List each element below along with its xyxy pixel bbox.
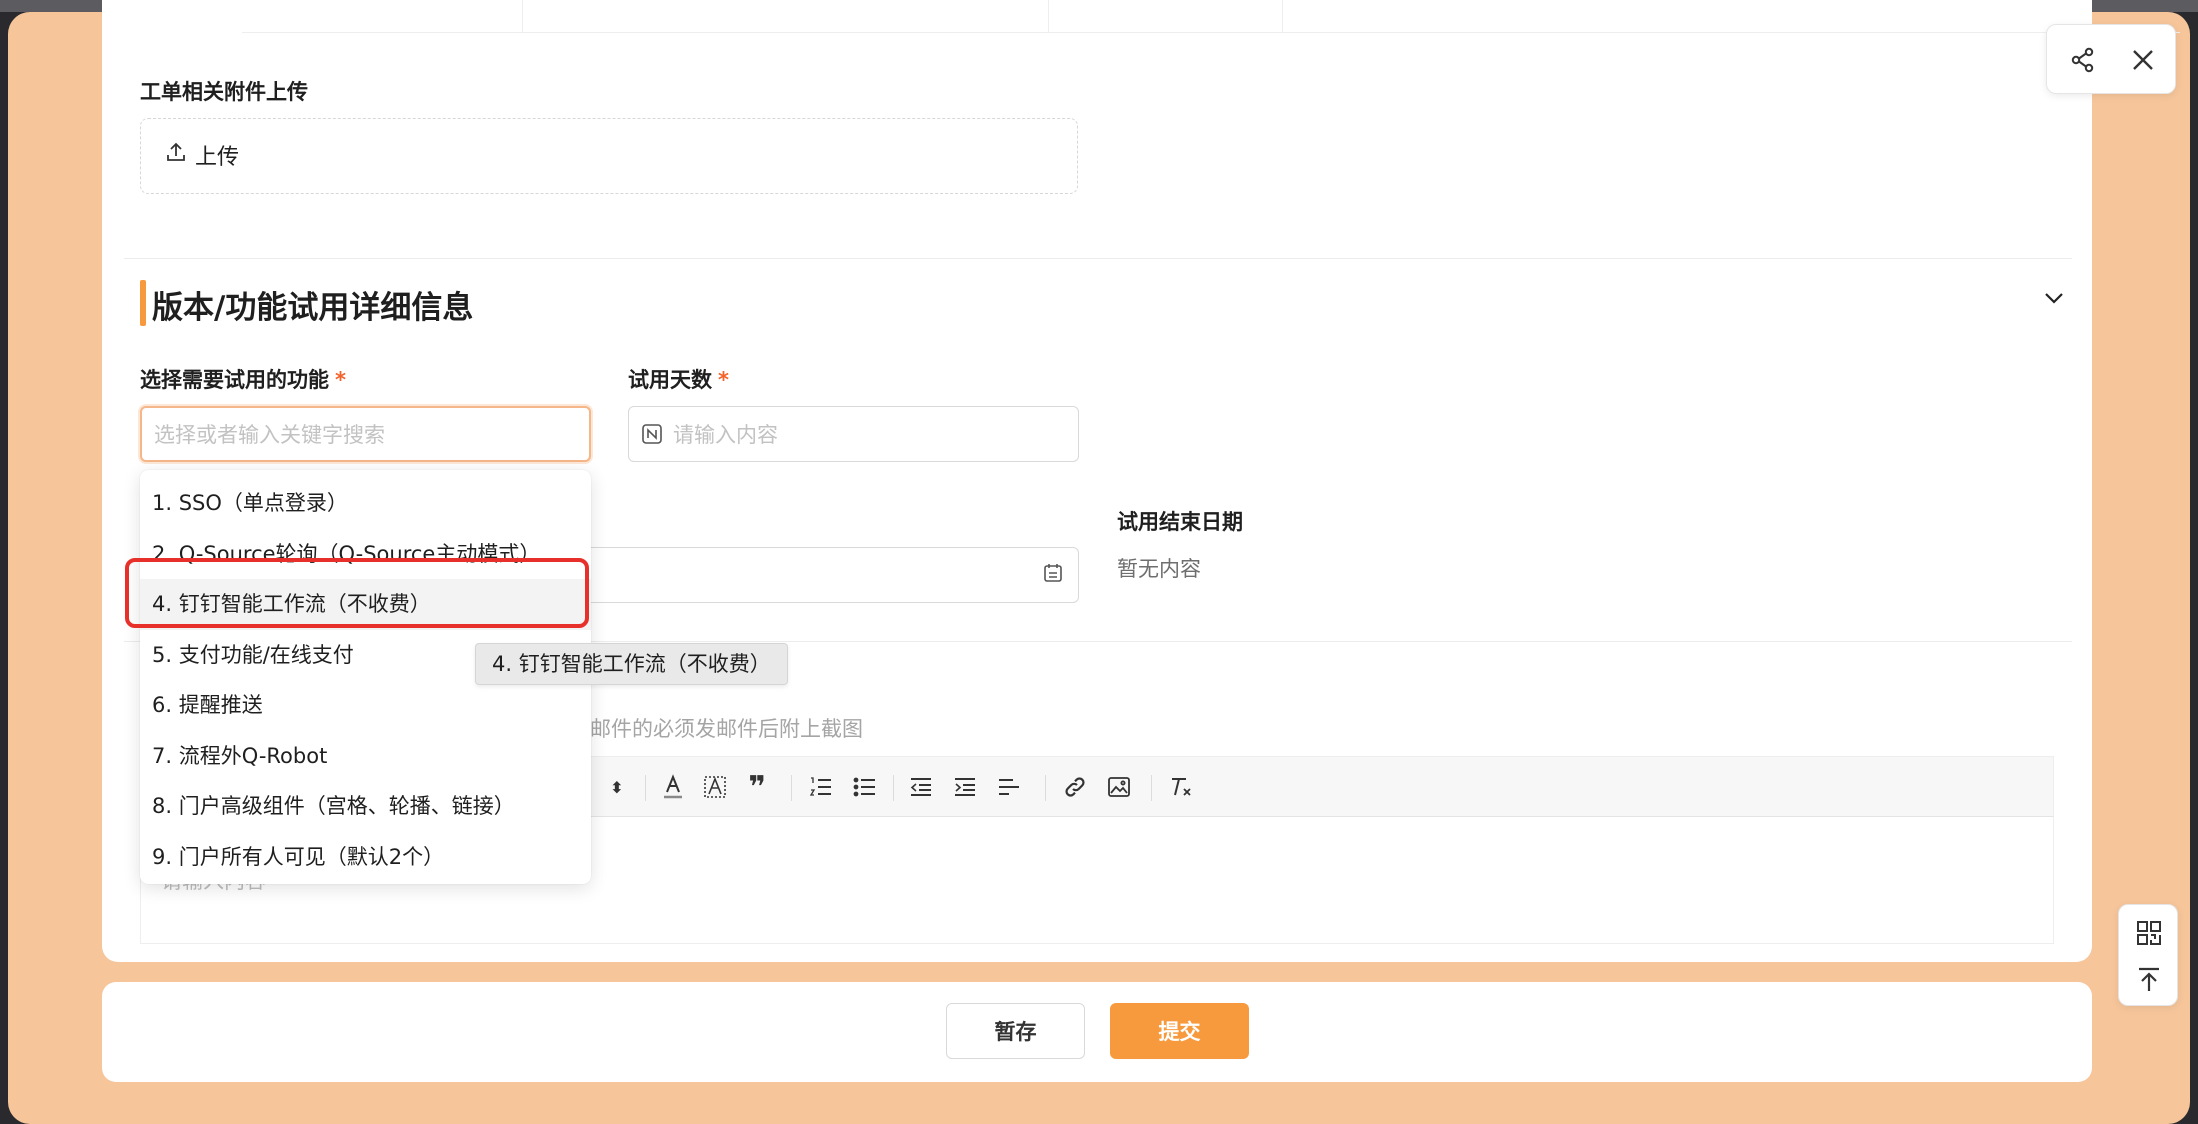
trial-days-input[interactable]: 请输入内容 bbox=[628, 406, 1079, 462]
submit-button[interactable]: 提交 bbox=[1110, 1003, 1249, 1059]
cell-divider bbox=[1282, 0, 1283, 33]
previous-row-cells bbox=[242, 0, 2180, 33]
upload-label: 上传 bbox=[195, 145, 240, 170]
option-tooltip: 4. 钉钉智能工作流（不收费） bbox=[475, 643, 788, 685]
align-left-icon[interactable] bbox=[993, 771, 1025, 803]
annotation-highlight-box bbox=[125, 558, 589, 628]
save-draft-button[interactable]: 暂存 bbox=[946, 1003, 1085, 1059]
calendar-icon bbox=[1042, 562, 1064, 589]
form-footer bbox=[102, 982, 2092, 1082]
dropdown-option[interactable]: 9. 门户所有人可见（默认2个） bbox=[140, 832, 591, 883]
toolbar-separator bbox=[1045, 775, 1046, 801]
toolbar-separator bbox=[791, 775, 792, 801]
attachments-label: 工单相关附件上传 bbox=[140, 80, 308, 104]
blockquote-icon[interactable]: ❞ bbox=[741, 770, 773, 805]
dropdown-option[interactable]: 6. 提醒推送 bbox=[140, 680, 591, 731]
cell-divider bbox=[1048, 0, 1049, 33]
trial-days-label-text: 试用天数 bbox=[628, 368, 712, 392]
bullet-list-icon[interactable] bbox=[849, 771, 881, 803]
dropdown-option[interactable]: 8. 门户高级组件（宫格、轮播、链接） bbox=[140, 781, 591, 832]
trial-start-date-input[interactable] bbox=[560, 547, 1079, 603]
editor-hint: 邮件的必须发邮件后附上截图 bbox=[590, 717, 863, 741]
outdent-icon[interactable] bbox=[905, 771, 937, 803]
features-select-input[interactable]: 选择或者输入关键字搜索 bbox=[140, 406, 591, 462]
required-mark: * bbox=[335, 368, 346, 392]
chevron-down-icon[interactable] bbox=[2040, 284, 2068, 316]
clear-format-icon[interactable] bbox=[1165, 771, 1197, 803]
close-icon[interactable] bbox=[2123, 40, 2163, 80]
trial-days-label: 试用天数 * bbox=[628, 364, 729, 394]
section-title: 版本/功能试用详细信息 bbox=[152, 290, 474, 326]
trial-end-date-label: 试用结束日期 bbox=[1117, 510, 1243, 534]
side-tools bbox=[2118, 904, 2178, 1006]
number-input-icon bbox=[641, 423, 663, 445]
modal-controls bbox=[2046, 24, 2176, 94]
image-icon[interactable] bbox=[1103, 771, 1135, 803]
ordered-list-icon[interactable] bbox=[805, 771, 837, 803]
section-accent-bar bbox=[140, 280, 146, 326]
features-placeholder: 选择或者输入关键字搜索 bbox=[154, 423, 385, 447]
upload-dropzone[interactable]: 上传 bbox=[140, 118, 1078, 194]
cell-divider bbox=[522, 0, 523, 33]
upload-icon bbox=[165, 141, 195, 169]
indent-icon[interactable] bbox=[949, 771, 981, 803]
features-label: 选择需要试用的功能 * bbox=[140, 364, 346, 394]
dropdown-option[interactable]: 1. SSO（单点登录） bbox=[140, 478, 591, 529]
toolbar-separator bbox=[1151, 775, 1152, 801]
section-divider bbox=[124, 258, 2072, 259]
upload-button[interactable]: 上传 bbox=[165, 139, 239, 171]
toolbar-separator bbox=[893, 775, 894, 801]
trial-days-placeholder: 请输入内容 bbox=[673, 423, 778, 447]
share-icon[interactable] bbox=[2063, 40, 2103, 80]
qrcode-icon[interactable] bbox=[2129, 913, 2169, 953]
toolbar-separator bbox=[645, 775, 646, 801]
back-to-top-icon[interactable] bbox=[2129, 959, 2169, 999]
heading-stepper-icon[interactable]: ⬍ bbox=[601, 771, 633, 803]
link-icon[interactable] bbox=[1059, 771, 1091, 803]
trial-end-date-value: 暂无内容 bbox=[1117, 557, 1201, 581]
dropdown-option[interactable]: 7. 流程外Q-Robot bbox=[140, 731, 591, 782]
features-label-text: 选择需要试用的功能 bbox=[140, 368, 329, 392]
required-mark: * bbox=[718, 368, 729, 392]
font-color-icon[interactable] bbox=[657, 771, 689, 803]
background-color-icon[interactable] bbox=[699, 771, 731, 803]
